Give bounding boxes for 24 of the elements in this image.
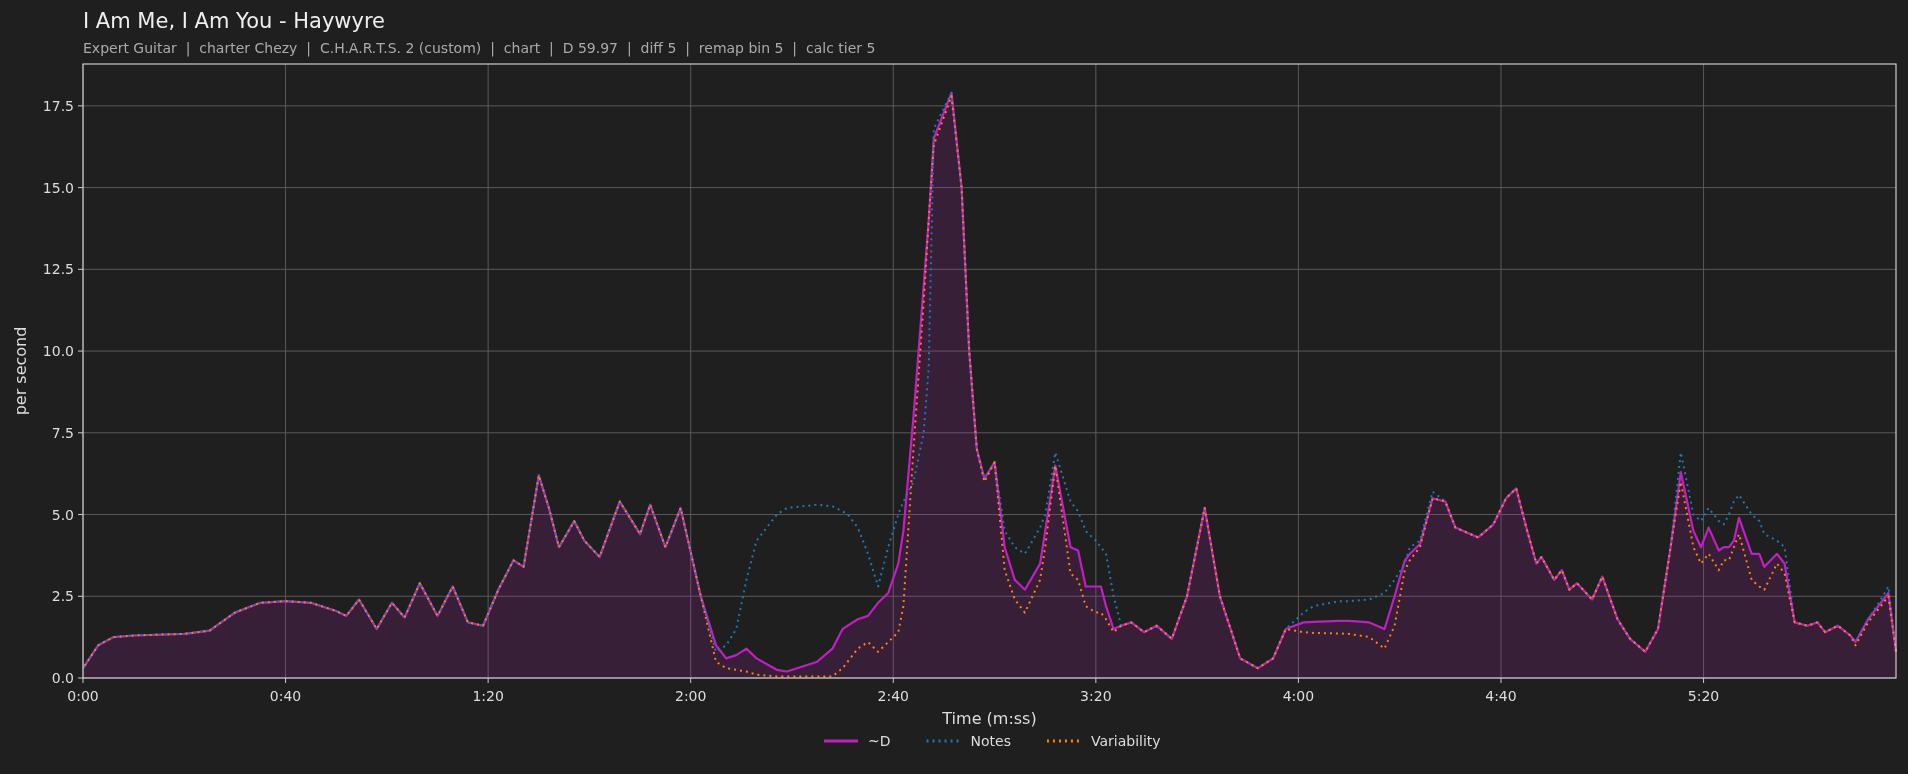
x-tick-label: 2:00 <box>675 688 707 704</box>
y-tick-label: 5.0 <box>51 506 74 523</box>
chart-title: I Am Me, I Am You - Haywyre <box>83 8 387 34</box>
x-axis-label: Time (m:ss) <box>942 709 1037 728</box>
x-tick-label: 3:20 <box>1080 688 1112 704</box>
legend-label: Variability <box>1090 733 1161 749</box>
y-axis-label: per second <box>11 326 30 416</box>
x-tick-label: 4:00 <box>1282 688 1315 704</box>
y-tick-label: 12.5 <box>42 261 74 278</box>
x-tick-label: 5:20 <box>1687 688 1720 704</box>
x-tick-label: 0:40 <box>269 688 302 704</box>
x-tick-label: 0:00 <box>67 688 99 704</box>
legend-label: Notes <box>970 733 1011 749</box>
y-tick-label: 2.5 <box>51 588 74 605</box>
y-tick-label: 15.0 <box>42 179 74 196</box>
legend-label: ~D <box>868 733 891 749</box>
y-tick-label: 17.5 <box>42 97 74 114</box>
y-tick-label: 7.5 <box>51 424 74 441</box>
y-tick-label: 10.0 <box>42 343 74 360</box>
y-tick-label: 0.0 <box>51 670 74 686</box>
chart-subtitle: Expert Guitar | charter Chezy | C.H.A.R.T.S. 2 (custom) | chart | D 59.97 | diff 5 | remap bin 5 | calc tier 5 <box>83 39 877 58</box>
x-tick-label: 2:40 <box>877 688 909 704</box>
x-tick-label: 4:40 <box>1485 688 1517 704</box>
x-tick-label: 1:20 <box>472 688 504 704</box>
